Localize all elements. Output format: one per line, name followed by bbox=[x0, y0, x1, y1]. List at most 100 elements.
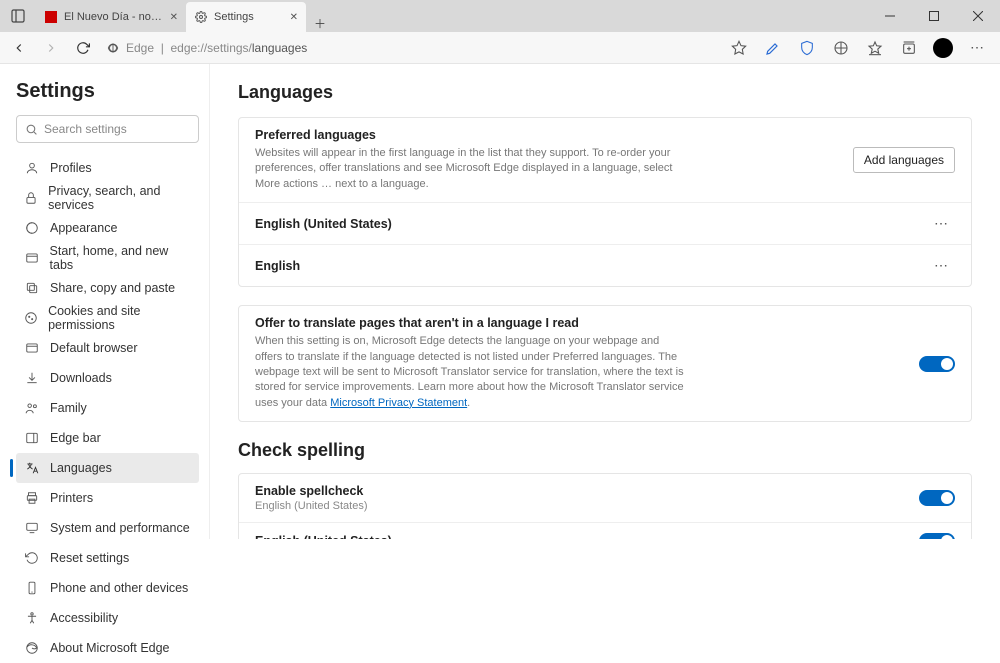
reset-icon bbox=[24, 550, 40, 566]
back-button[interactable] bbox=[4, 34, 34, 62]
collections-icon[interactable] bbox=[894, 34, 924, 62]
search-icon bbox=[25, 123, 38, 136]
favorites-bar-icon[interactable] bbox=[860, 34, 890, 62]
spellcheck-lang-toggle[interactable] bbox=[919, 533, 955, 539]
preferred-languages-card: Preferred languages Websites will appear… bbox=[238, 117, 972, 287]
sidebar-item-label: Cookies and site permissions bbox=[48, 304, 191, 332]
family-icon bbox=[24, 400, 40, 416]
enable-spellcheck-title: Enable spellcheck bbox=[255, 484, 368, 498]
maximize-button[interactable] bbox=[912, 0, 956, 32]
sidebar-item-label: System and performance bbox=[50, 521, 190, 535]
title-bar-drag bbox=[334, 0, 868, 32]
close-icon[interactable]: ✕ bbox=[290, 12, 298, 23]
download-icon bbox=[24, 370, 40, 386]
profile-icon bbox=[24, 160, 40, 176]
toolbar-right: ⋯ bbox=[724, 34, 996, 62]
accessibility-icon bbox=[24, 610, 40, 626]
language-row-en: English ⋯ bbox=[239, 244, 971, 286]
address-bar[interactable]: Edge | edge://settings/languages bbox=[100, 35, 722, 61]
refresh-button[interactable] bbox=[68, 34, 98, 62]
cookie-icon bbox=[24, 310, 38, 326]
sidebar-item-label: Phone and other devices bbox=[50, 581, 188, 595]
search-settings[interactable] bbox=[16, 115, 199, 143]
sidebar-item-about[interactable]: About Microsoft Edge bbox=[16, 633, 199, 663]
page-title: Languages bbox=[238, 82, 972, 103]
close-icon[interactable]: ✕ bbox=[170, 12, 178, 23]
privacy-link[interactable]: Microsoft Privacy Statement bbox=[330, 397, 467, 409]
enable-spellcheck-row: Enable spellcheck English (United States… bbox=[239, 474, 971, 522]
favicon-news-icon bbox=[44, 10, 58, 24]
spellcheck-card: Enable spellcheck English (United States… bbox=[238, 473, 972, 539]
close-window-button[interactable] bbox=[956, 0, 1000, 32]
sidebar-item-start[interactable]: Start, home, and new tabs bbox=[16, 243, 199, 273]
tab-label: Settings bbox=[214, 11, 284, 23]
printer-icon bbox=[24, 490, 40, 506]
forward-button bbox=[36, 34, 66, 62]
sidebar-item-reset[interactable]: Reset settings bbox=[16, 543, 199, 573]
enable-spellcheck-toggle[interactable] bbox=[919, 490, 955, 506]
preferred-languages-title: Preferred languages bbox=[255, 128, 685, 142]
title-bar: El Nuevo Día - noticias de últim… ✕ Sett… bbox=[0, 0, 1000, 32]
translate-row: Offer to translate pages that aren't in … bbox=[239, 306, 971, 421]
language-icon bbox=[24, 460, 40, 476]
sidebar-item-phone[interactable]: Phone and other devices bbox=[16, 573, 199, 603]
translate-desc: When this setting is on, Microsoft Edge … bbox=[255, 334, 685, 411]
language-label: English bbox=[255, 259, 300, 273]
preferred-languages-desc: Websites will appear in the first langua… bbox=[255, 146, 685, 192]
add-languages-button[interactable]: Add languages bbox=[853, 147, 955, 173]
toolbar: Edge | edge://settings/languages ⋯ bbox=[0, 32, 1000, 64]
tab-icon bbox=[24, 250, 40, 266]
tab-actions-icon[interactable] bbox=[4, 2, 32, 30]
translate-title: Offer to translate pages that aren't in … bbox=[255, 316, 685, 330]
sidebar-item-appearance[interactable]: Appearance bbox=[16, 213, 199, 243]
favicon-gear-icon bbox=[194, 10, 208, 24]
translate-card: Offer to translate pages that aren't in … bbox=[238, 305, 972, 422]
more-menu-icon[interactable]: ⋯ bbox=[962, 34, 992, 62]
edge-icon bbox=[24, 640, 40, 656]
sidebar-item-label: Profiles bbox=[50, 161, 92, 175]
spellcheck-lang-label: English (United States) bbox=[255, 534, 392, 539]
sidebar-item-cookies[interactable]: Cookies and site permissions bbox=[16, 303, 199, 333]
profile-avatar[interactable] bbox=[928, 34, 958, 62]
sidebar-item-printers[interactable]: Printers bbox=[16, 483, 199, 513]
tab-el-nuevo-dia[interactable]: El Nuevo Día - noticias de últim… ✕ bbox=[36, 2, 186, 32]
url-text: Edge | edge://settings/languages bbox=[126, 41, 307, 55]
new-tab-button[interactable]: ＋ bbox=[306, 15, 334, 32]
sidebar-item-label: Family bbox=[50, 401, 87, 415]
sidebar-item-default-browser[interactable]: Default browser bbox=[16, 333, 199, 363]
favorite-icon[interactable] bbox=[724, 34, 754, 62]
tab-label: El Nuevo Día - noticias de últim… bbox=[64, 11, 164, 23]
tab-settings[interactable]: Settings ✕ bbox=[186, 2, 306, 32]
tab-strip: El Nuevo Día - noticias de últim… ✕ Sett… bbox=[36, 0, 334, 32]
sidebar-item-label: Start, home, and new tabs bbox=[50, 244, 191, 272]
sidebar-item-label: Downloads bbox=[50, 371, 112, 385]
url-path-prefix: edge://settings/ bbox=[170, 41, 251, 55]
phone-icon bbox=[24, 580, 40, 596]
language-row-en-us: English (United States) ⋯ bbox=[239, 202, 971, 244]
spellcheck-heading: Check spelling bbox=[238, 440, 972, 461]
sidebar-item-family[interactable]: Family bbox=[16, 393, 199, 423]
shield-icon[interactable] bbox=[792, 34, 822, 62]
sidebar-item-languages[interactable]: Languages bbox=[16, 453, 199, 483]
lock-icon bbox=[24, 190, 38, 206]
more-actions-icon[interactable]: ⋯ bbox=[928, 255, 955, 276]
spellcheck-lang-en-us: English (United States) bbox=[239, 522, 971, 539]
write-icon[interactable] bbox=[758, 34, 788, 62]
minimize-button[interactable] bbox=[868, 0, 912, 32]
translate-toggle[interactable] bbox=[919, 356, 955, 372]
sidebar-item-share[interactable]: Share, copy and paste bbox=[16, 273, 199, 303]
settings-sidebar: Settings Profiles Privacy, search, and s… bbox=[0, 64, 210, 539]
more-actions-icon[interactable]: ⋯ bbox=[928, 213, 955, 234]
search-input[interactable] bbox=[44, 122, 199, 136]
page-content: Settings Profiles Privacy, search, and s… bbox=[0, 64, 1000, 539]
sidebar-item-edgebar[interactable]: Edge bar bbox=[16, 423, 199, 453]
sidebar-item-label: Printers bbox=[50, 491, 93, 505]
sidebar-item-label: Languages bbox=[50, 461, 112, 475]
sidebar-item-accessibility[interactable]: Accessibility bbox=[16, 603, 199, 633]
sidebar-item-profiles[interactable]: Profiles bbox=[16, 153, 199, 183]
extension-icon[interactable] bbox=[826, 34, 856, 62]
sidebar-item-downloads[interactable]: Downloads bbox=[16, 363, 199, 393]
appearance-icon bbox=[24, 220, 40, 236]
sidebar-item-privacy[interactable]: Privacy, search, and services bbox=[16, 183, 199, 213]
sidebar-item-label: Appearance bbox=[50, 221, 117, 235]
